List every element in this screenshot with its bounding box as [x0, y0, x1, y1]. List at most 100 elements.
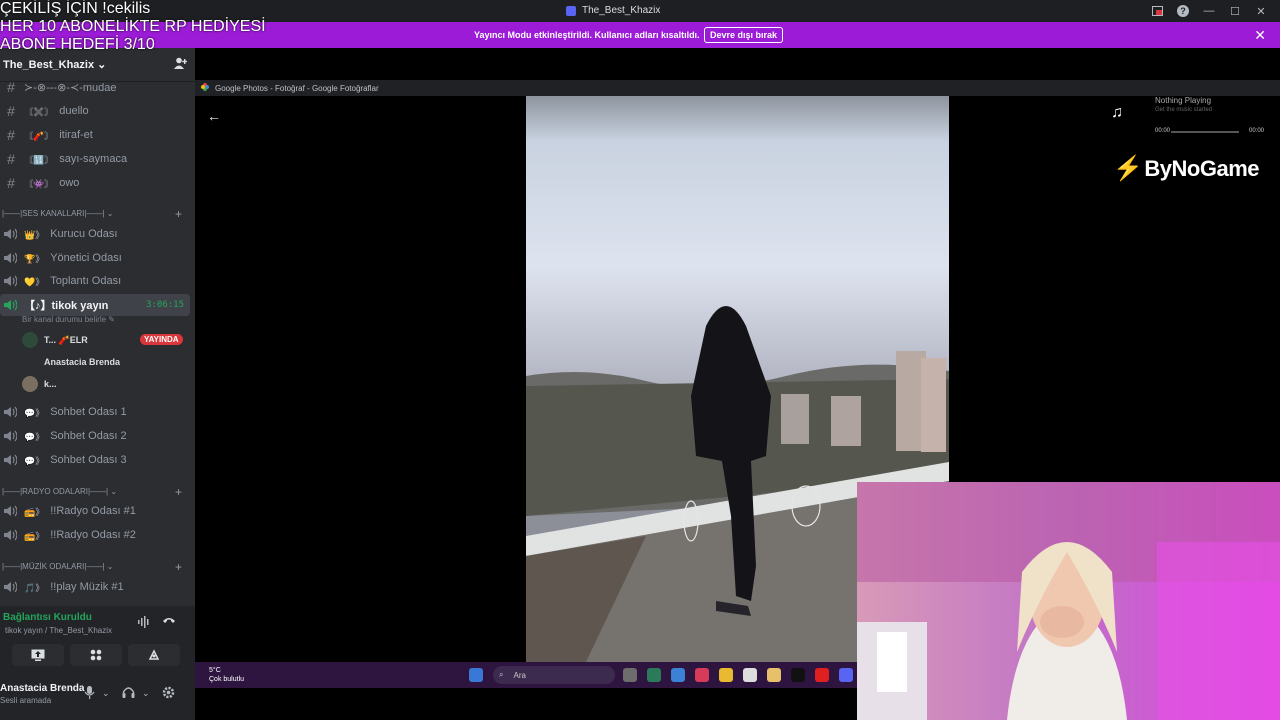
- overlay-line-2: HER 10 ABONELİKTE RP HEDİYESİ: [0, 18, 266, 35]
- overlay-line-1: ÇEKİLİŞ İÇİN !cekilis: [0, 0, 151, 17]
- channel-name: Sohbet Odası 2: [50, 430, 127, 442]
- hash-icon: #: [7, 103, 15, 119]
- channel-radyo-1[interactable]: 📻》 !!Radyo Odası #1: [0, 500, 190, 522]
- channel-name: sayı-saymaca: [59, 153, 128, 165]
- task-view-icon: [623, 668, 637, 682]
- google-photos-icon: [201, 83, 209, 93]
- channel-tikok-yayin[interactable]: 【♪】tikok yayın 3:06:15: [0, 294, 190, 316]
- channel-name: owo: [59, 177, 80, 189]
- channel-status-prompt[interactable]: Bir kanal durumu belirle ✎: [22, 315, 115, 324]
- banner-close-icon[interactable]: ✕: [1254, 27, 1266, 44]
- channel-itiraf-et[interactable]: # 〘🧨〙 itiraf-et: [0, 124, 190, 146]
- taskbar-search: ⌕ Ara: [493, 666, 615, 684]
- channel-muzik-1[interactable]: 🎵》 !!play Müzik #1: [0, 576, 190, 598]
- chevron-down-icon[interactable]: ⌄: [142, 688, 150, 699]
- headphones-icon[interactable]: [122, 686, 135, 701]
- channel-sohbet-2[interactable]: 💬》 Sohbet Odası 2: [0, 425, 190, 447]
- banner-message: Yayıncı Modu etkinleştirildi. Kullanıcı …: [474, 30, 700, 40]
- channel-name: Yönetici Odası: [50, 252, 122, 264]
- channel-name: !!Radyo Odası #2: [50, 529, 136, 541]
- category-label: |——|MÜZİK ODALARI|——|: [2, 562, 105, 571]
- capcut-icon: [743, 668, 757, 682]
- channel-radyo-2[interactable]: 📻》 !!Radyo Odası #2: [0, 524, 190, 546]
- disable-streamer-mode-button[interactable]: Devre dışı bırak: [704, 27, 784, 43]
- voice-connection-panel: Bağlantısı Kuruldu tikok yayın / The_Bes…: [0, 606, 195, 676]
- lightning-icon: ⚡: [1113, 155, 1143, 182]
- voice-member[interactable]: k...: [22, 376, 57, 392]
- add-channel-icon[interactable]: +: [175, 560, 182, 574]
- window-title-text: The_Best_Khazix: [582, 5, 661, 16]
- avatar: [22, 332, 38, 348]
- help-icon[interactable]: ?: [1170, 3, 1196, 19]
- stream-viewport[interactable]: Google Photos - Fotoğraf - Google Fotoğr…: [195, 48, 1280, 720]
- speaker-icon: [4, 430, 18, 442]
- category-music[interactable]: |——|MÜZİK ODALARI|——| ⌄ +: [2, 560, 188, 574]
- channel-emoji: 💬》: [24, 455, 45, 466]
- chevron-down-icon: ⌄: [97, 59, 107, 71]
- connection-channel[interactable]: tikok yayın / The_Best_Khazix: [5, 626, 112, 635]
- member-name: T... 🧨ELR: [44, 334, 88, 345]
- channel-emoji: 〘🧨〙: [24, 130, 54, 141]
- music-progress-bar: [1171, 131, 1239, 133]
- user-name[interactable]: Anastacia Brenda: [0, 683, 84, 694]
- channel-sohbet-3[interactable]: 💬》 Sohbet Odası 3: [0, 449, 190, 471]
- channel-name: Sohbet Odası 1: [50, 406, 127, 418]
- music-title: Nothing Playing: [1155, 96, 1212, 105]
- minimize-icon[interactable]: —: [1196, 3, 1222, 19]
- music-widget: ♫ Nothing Playing Get the music started …: [1105, 92, 1275, 144]
- channel-owo[interactable]: # 〘👾〙 owo: [0, 172, 190, 194]
- channel-name: Kurucu Odası: [50, 228, 118, 240]
- noise-suppression-icon[interactable]: [138, 616, 150, 631]
- channel-kurucu-odasi[interactable]: 👑》 Kurucu Odası: [0, 223, 190, 245]
- close-icon[interactable]: ✕: [1248, 3, 1274, 19]
- chevron-down-icon: ⌄: [106, 209, 114, 218]
- channel-mudae[interactable]: # ≻-⊗---⊗-≺-mudae: [0, 76, 190, 98]
- user-status: Sesli aramada: [0, 696, 52, 705]
- speaker-icon: [4, 299, 18, 311]
- category-radio[interactable]: |——|RADYO ODALARI|——| ⌄ +: [2, 485, 188, 499]
- music-note-icon: ♫: [1111, 104, 1123, 121]
- channel-emoji: 🎵》: [24, 582, 45, 593]
- server-name: The_Best_Khazix: [3, 59, 95, 71]
- call-timer: 3:06:15: [146, 300, 184, 310]
- maximize-icon[interactable]: ☐: [1222, 3, 1248, 19]
- channel-yonetici-odasi[interactable]: 🏆》 Yönetici Odası: [0, 247, 190, 269]
- chrome-icon: [719, 668, 733, 682]
- voice-member[interactable]: T... 🧨ELR: [22, 332, 88, 348]
- microphone-icon[interactable]: [84, 686, 95, 702]
- add-channel-icon[interactable]: +: [175, 485, 182, 499]
- activities-button[interactable]: [70, 644, 122, 666]
- channel-toplanti-odasi[interactable]: 💛》 Toplantı Odası: [0, 270, 190, 292]
- screen-share-button[interactable]: [12, 644, 64, 666]
- chevron-down-icon[interactable]: ⌄: [102, 688, 110, 699]
- settings-gear-icon[interactable]: [162, 686, 175, 702]
- channel-name: ≻-⊗---⊗-≺-mudae: [24, 81, 117, 94]
- music-subtitle: Get the music started: [1155, 107, 1213, 113]
- weather-widget: 5°C Çok bulutlu: [209, 666, 244, 684]
- speaker-icon: [4, 454, 18, 466]
- speaker-icon: [4, 529, 18, 541]
- channel-emoji: 〘✖️〙: [24, 106, 54, 117]
- channel-name: itiraf-et: [59, 129, 93, 141]
- channel-sohbet-1[interactable]: 💬》 Sohbet Odası 1: [0, 401, 190, 423]
- webcam-feed: [857, 482, 1280, 720]
- channel-emoji: 📻》: [24, 506, 45, 517]
- chevron-down-icon: ⌄: [106, 562, 114, 571]
- category-voice[interactable]: |——|SES KANALLARI|——| ⌄ +: [2, 207, 188, 221]
- logo-text: ByNoGame: [1144, 155, 1259, 181]
- voice-member[interactable]: Anastacia Brenda: [22, 354, 120, 370]
- channel-emoji: 👑》: [24, 229, 45, 240]
- add-channel-icon[interactable]: +: [175, 207, 182, 221]
- channel-sayi-saymaca[interactable]: # 〘🔢〙 sayı-saymaca: [0, 148, 190, 170]
- channel-duello[interactable]: # 〘✖️〙 duello: [0, 100, 190, 122]
- add-member-icon[interactable]: [174, 57, 188, 72]
- folder-icon: [767, 668, 781, 682]
- back-arrow-icon[interactable]: ←: [207, 108, 221, 124]
- channel-emoji: 📻》: [24, 530, 45, 541]
- inbox-icon[interactable]: [1144, 3, 1170, 19]
- channel-emoji: 💬》: [24, 431, 45, 442]
- hash-icon: #: [7, 79, 15, 95]
- edge-icon: [671, 668, 685, 682]
- soundboard-button[interactable]: [128, 644, 180, 666]
- disconnect-icon[interactable]: [162, 614, 176, 629]
